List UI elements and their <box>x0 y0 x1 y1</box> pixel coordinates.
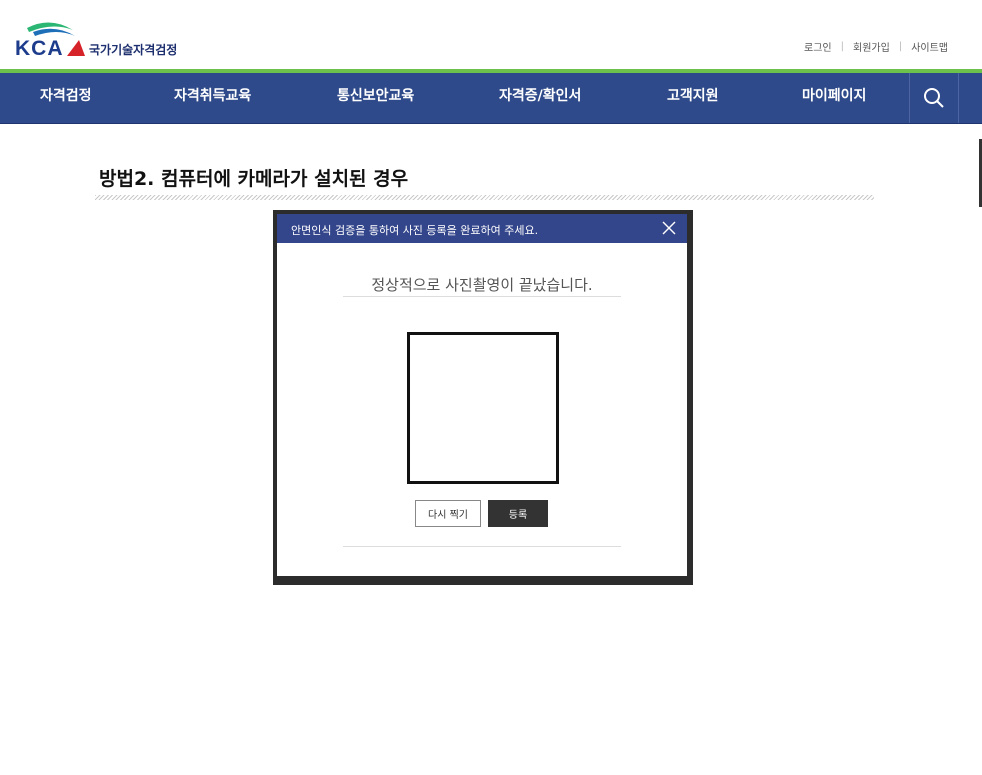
signup-link[interactable]: 회원가입 <box>853 39 890 54</box>
nav-item-customer-support[interactable]: 고객지원 <box>667 73 719 123</box>
search-icon <box>924 88 944 108</box>
modal-header: 안면인식 검증을 통하여 사진 등록을 완료하여 주세요. <box>277 214 687 243</box>
nav-item-mypage[interactable]: 마이페이지 <box>802 73 866 123</box>
close-icon[interactable] <box>661 220 677 236</box>
section-divider <box>95 195 874 200</box>
status-message: 정상적으로 사진촬영이 끝났습니다. <box>371 276 593 294</box>
utility-links: 로그인 | 회원가입 | 사이트맵 <box>804 39 948 54</box>
search-button[interactable] <box>909 73 959 123</box>
logo-text: KCA <box>15 37 64 60</box>
section-title: 방법2. 컴퓨터에 카메라가 설치된 경우 <box>99 168 409 190</box>
login-link[interactable]: 로그인 <box>804 39 832 54</box>
util-separator: | <box>898 41 903 52</box>
nav-item-certificates[interactable]: 자격증/확인서 <box>499 73 581 123</box>
photo-preview <box>407 332 559 484</box>
logo-subtitle: 국가기술자격검정 <box>89 43 178 57</box>
modal-screenshot-frame: 안면인식 검증을 통하여 사진 등록을 완료하여 주세요. 정상적으로 사진촬영… <box>273 210 693 585</box>
util-separator: | <box>840 41 844 52</box>
register-button[interactable]: 등록 <box>488 500 548 527</box>
modal-bottom-divider <box>343 546 621 547</box>
retake-button[interactable]: 다시 찍기 <box>415 500 481 527</box>
sitemap-link[interactable]: 사이트맵 <box>911 39 948 54</box>
modal-title: 안면인식 검증을 통하여 사진 등록을 완료하여 주세요. <box>291 224 539 237</box>
main-nav: 자격검정 자격취득교육 통신보안교육 자격증/확인서 고객지원 마이페이지 <box>0 73 982 124</box>
nav-item-security-education[interactable]: 통신보안교육 <box>337 73 414 123</box>
status-divider <box>343 296 621 297</box>
nav-item-certification-exam[interactable]: 자격검정 <box>40 73 92 123</box>
nav-item-certification-education[interactable]: 자격취득교육 <box>174 73 251 123</box>
photo-register-modal: 안면인식 검증을 통하여 사진 등록을 완료하여 주세요. 정상적으로 사진촬영… <box>277 214 687 576</box>
kca-logo[interactable]: KCA 국가기술자격검정 <box>15 20 215 60</box>
